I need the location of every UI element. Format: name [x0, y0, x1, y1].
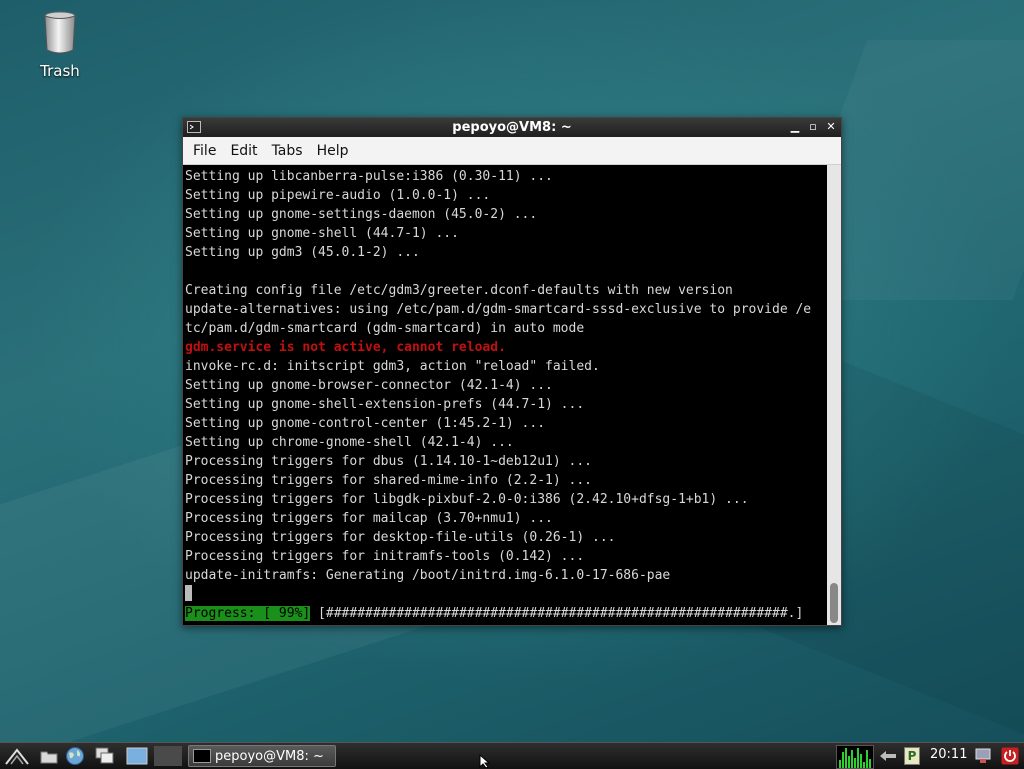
- terminal-line: Processing triggers for desktop-file-uti…: [185, 530, 616, 545]
- power-icon: [1001, 747, 1019, 765]
- globe-icon: [66, 747, 84, 765]
- scrollbar-thumb[interactable]: [830, 583, 838, 623]
- terminal-line: Setting up gnome-browser-connector (42.1…: [185, 378, 553, 393]
- progress-label: Progress: [ 99%]: [185, 606, 311, 621]
- logout-button[interactable]: [999, 746, 1021, 766]
- close-button[interactable]: ✕: [823, 119, 839, 135]
- start-menu-button[interactable]: [4, 746, 30, 766]
- show-desktop-button[interactable]: [124, 746, 150, 766]
- menu-help[interactable]: Help: [310, 143, 356, 159]
- trash-icon: [44, 11, 76, 54]
- terminal-line: Setting up gnome-shell-extension-prefs (…: [185, 397, 585, 412]
- terminal-line: update-initramfs: Generating /boot/initr…: [185, 568, 671, 583]
- terminal-line: Setting up gdm3 (45.0.1-2) ...: [185, 245, 420, 260]
- terminal-line: Setting up chrome-gnome-shell (42.1-4) .…: [185, 435, 514, 450]
- minimize-button[interactable]: ▁: [787, 119, 803, 135]
- progress-line: Progress: [ 99%] [######################…: [185, 604, 803, 623]
- terminal-line: update-alternatives: using /etc/pam.d/gd…: [185, 302, 812, 317]
- lock-screen-icon: [975, 748, 991, 763]
- terminal-line: Setting up pipewire-audio (1.0.0-1) ...: [185, 188, 491, 203]
- file-manager-launcher[interactable]: [38, 746, 60, 766]
- presentation-tray-icon[interactable]: P: [903, 746, 921, 766]
- terminal-cursor: [185, 585, 192, 601]
- terminal-window[interactable]: pepoyo@VM8: ~ ▁ ▫ ✕ File Edit Tabs Help …: [182, 117, 842, 626]
- terminal-line: Setting up gnome-shell (44.7-1) ...: [185, 226, 459, 241]
- workspace-pager[interactable]: [154, 746, 182, 766]
- terminal-line: Setting up gnome-control-center (1:45.2-…: [185, 416, 546, 431]
- terminal-scrollbar[interactable]: [827, 165, 841, 625]
- desktop-trash[interactable]: Trash: [30, 10, 90, 80]
- menu-tabs[interactable]: Tabs: [265, 143, 310, 159]
- terminal-line: Processing triggers for shared-mime-info…: [185, 473, 592, 488]
- screen-lock-button[interactable]: [972, 746, 994, 766]
- monitor-icon: [126, 747, 148, 765]
- terminal-line: invoke-rc.d: initscript gdm3, action "re…: [185, 359, 600, 374]
- terminal-line: Processing triggers for dbus (1.14.10-1~…: [185, 454, 592, 469]
- terminal-error-line: gdm.service is not active, cannot reload…: [185, 340, 506, 355]
- taskbar: pepoyo@VM8: ~ P 20:11: [0, 742, 1024, 769]
- menu-file[interactable]: File: [186, 143, 223, 159]
- terminal-line: Processing triggers for initramfs-tools …: [185, 549, 585, 564]
- terminal-line: tc/pam.d/gdm-smartcard (gdm-smartcard) i…: [185, 321, 585, 336]
- taskbar-item-label: pepoyo@VM8: ~: [215, 748, 324, 764]
- windows-icon: [95, 747, 114, 764]
- web-browser-launcher[interactable]: [63, 746, 87, 766]
- terminal-line: Creating config file /etc/gdm3/greeter.d…: [185, 283, 733, 298]
- terminal-line: Setting up libcanberra-pulse:i386 (0.30-…: [185, 169, 553, 184]
- terminal-icon: [193, 749, 211, 763]
- cpu-monitor: [836, 745, 874, 769]
- window-titlebar[interactable]: pepoyo@VM8: ~ ▁ ▫ ✕: [183, 118, 841, 137]
- maximize-button[interactable]: ▫: [805, 119, 821, 135]
- taskbar-item-terminal[interactable]: pepoyo@VM8: ~: [188, 745, 336, 767]
- progress-bar-text: [#######################################…: [310, 606, 804, 621]
- terminal-line: Setting up gnome-settings-daemon (45.0-2…: [185, 207, 538, 222]
- terminal-output[interactable]: Setting up libcanberra-pulse:i386 (0.30-…: [183, 165, 827, 625]
- trash-label: Trash: [40, 62, 80, 80]
- terminal-line: Processing triggers for libgdk-pixbuf-2.…: [185, 492, 749, 507]
- terminal-line: Processing triggers for mailcap (3.70+nm…: [185, 511, 553, 526]
- menubar: File Edit Tabs Help: [183, 137, 841, 165]
- folder-icon: [40, 751, 58, 764]
- desktop-switcher-button[interactable]: [93, 746, 117, 766]
- lxde-menu-icon: [5, 748, 29, 765]
- clock[interactable]: 20:11: [930, 747, 967, 762]
- menu-edit[interactable]: Edit: [223, 143, 264, 159]
- network-icon[interactable]: [876, 746, 900, 766]
- mouse-cursor-icon: [479, 754, 491, 768]
- window-title: pepoyo@VM8: ~: [452, 120, 572, 135]
